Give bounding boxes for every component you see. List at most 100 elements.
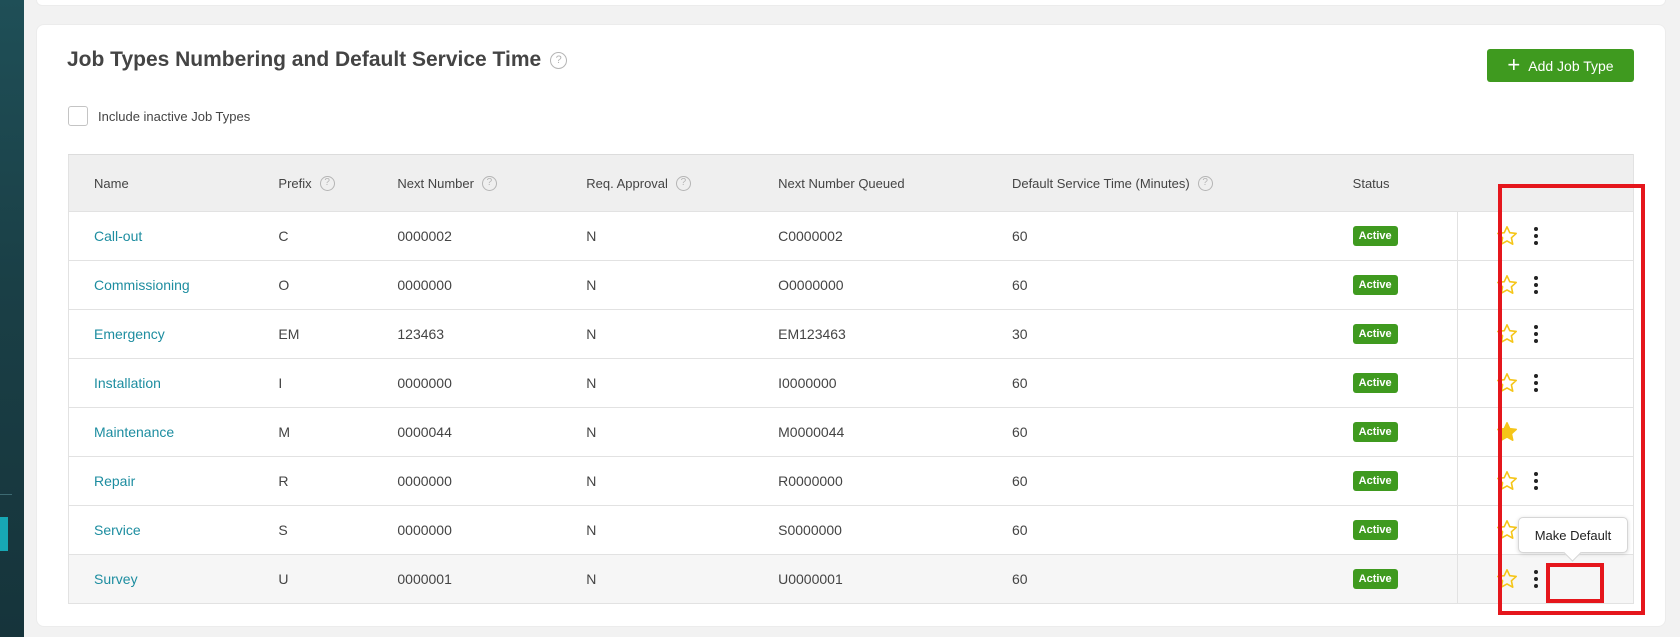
add-job-type-button[interactable]: + Add Job Type: [1487, 49, 1634, 82]
status-badge: Active: [1352, 324, 1398, 344]
column-header: Req. Approval?: [561, 154, 754, 212]
column-header-label: Req. Approval: [586, 175, 668, 191]
column-header: Prefix?: [253, 154, 373, 212]
include-inactive-label: Include inactive Job Types: [98, 108, 251, 124]
add-job-type-label: Add Job Type: [1528, 57, 1614, 74]
next-number-cell: 0000000: [372, 260, 562, 310]
table-row[interactable]: Installation I 0000000 N I0000000 60 Active: [68, 358, 1634, 408]
next-number-queued-cell: U0000001: [753, 554, 987, 604]
name-cell: Commissioning: [68, 260, 254, 310]
nav-active-indicator[interactable]: [0, 517, 8, 551]
status-badge: Active: [1352, 520, 1398, 540]
question-circle-icon[interactable]: ?: [550, 51, 568, 69]
column-header: Next Number?: [372, 154, 562, 212]
page-title: Job Types Numbering and Default Service …: [67, 48, 568, 72]
table-row[interactable]: Service S 0000000 N S0000000 60 Active: [68, 505, 1634, 555]
column-header: Default Service Time (Minutes)?: [986, 154, 1328, 212]
prefix-cell: EM: [253, 309, 373, 359]
job-type-name-link[interactable]: Call-out: [94, 228, 142, 244]
previous-card-edge: [36, 0, 1666, 6]
table-row[interactable]: Commissioning O 0000000 N O0000000 60 Active: [68, 260, 1634, 310]
table-row[interactable]: Maintenance M 0000044 N M0000044 60 Active: [68, 407, 1634, 457]
column-header-label: Default Service Time (Minutes): [1011, 175, 1190, 191]
req-approval-cell: N: [561, 211, 754, 261]
req-approval-cell: N: [561, 554, 754, 604]
next-number-cell: 0000001: [372, 554, 562, 604]
status-badge: Active: [1352, 275, 1398, 295]
question-circle-icon[interactable]: ?: [319, 175, 335, 191]
status-badge: Active: [1352, 226, 1398, 246]
service-time-cell: 60: [986, 407, 1328, 457]
status-cell: Active: [1327, 211, 1458, 261]
job-types-table: Name Prefix? Next Number? Req. Approval? Nex…: [68, 154, 1634, 604]
table-row[interactable]: Emergency EM 123463 N EM123463 30 Active: [68, 309, 1634, 359]
job-type-name-link[interactable]: Emergency: [94, 326, 165, 342]
status-badge: Active: [1352, 422, 1398, 442]
plus-icon: +: [1507, 51, 1521, 77]
make-default-highlight-box: [1546, 563, 1604, 603]
status-badge: Active: [1352, 373, 1398, 393]
job-type-name-link[interactable]: Repair: [94, 473, 135, 489]
status-badge: Active: [1352, 569, 1398, 589]
question-circle-icon[interactable]: ?: [481, 175, 497, 191]
column-header-label: Name: [94, 175, 129, 191]
prefix-cell: S: [253, 505, 373, 555]
name-cell: Survey: [68, 554, 254, 604]
service-time-cell: 60: [986, 358, 1328, 408]
next-number-queued-cell: M0000044: [753, 407, 987, 457]
name-cell: Repair: [68, 456, 254, 506]
column-header-label: Next Number: [397, 175, 474, 191]
service-time-cell: 60: [986, 505, 1328, 555]
next-number-queued-cell: I0000000: [753, 358, 987, 408]
question-circle-icon[interactable]: ?: [1197, 175, 1213, 191]
name-cell: Installation: [68, 358, 254, 408]
prefix-cell: R: [253, 456, 373, 506]
include-inactive-toggle: Include inactive Job Types: [68, 106, 250, 126]
req-approval-cell: N: [561, 309, 754, 359]
table-header-row: Name Prefix? Next Number? Req. Approval? Nex…: [68, 154, 1634, 212]
name-cell: Call-out: [68, 211, 254, 261]
status-cell: Active: [1327, 260, 1458, 310]
column-header: Name: [68, 154, 254, 212]
job-type-name-link[interactable]: Maintenance: [94, 424, 174, 440]
name-cell: Maintenance: [68, 407, 254, 457]
service-time-cell: 60: [986, 554, 1328, 604]
status-cell: Active: [1327, 554, 1458, 604]
next-number-cell: 0000044: [372, 407, 562, 457]
job-type-name-link[interactable]: Commissioning: [94, 277, 190, 293]
req-approval-cell: N: [561, 505, 754, 555]
column-header-label: Next Number Queued: [778, 175, 905, 191]
prefix-cell: C: [253, 211, 373, 261]
prefix-cell: M: [253, 407, 373, 457]
next-number-cell: 123463: [372, 309, 562, 359]
next-number-cell: 0000000: [372, 505, 562, 555]
job-type-name-link[interactable]: Survey: [94, 571, 138, 587]
req-approval-cell: N: [561, 407, 754, 457]
table-row[interactable]: Call-out C 0000002 N C0000002 60 Active: [68, 211, 1634, 261]
status-cell: Active: [1327, 456, 1458, 506]
table-row[interactable]: Survey U 0000001 N U0000001 60 Active: [68, 554, 1634, 604]
next-number-queued-cell: R0000000: [753, 456, 987, 506]
include-inactive-checkbox[interactable]: [68, 106, 88, 126]
table-row[interactable]: Repair R 0000000 N R0000000 60 Active: [68, 456, 1634, 506]
next-number-cell: 0000000: [372, 358, 562, 408]
service-time-cell: 30: [986, 309, 1328, 359]
next-number-queued-cell: EM123463: [753, 309, 987, 359]
next-number-queued-cell: S0000000: [753, 505, 987, 555]
job-type-name-link[interactable]: Service: [94, 522, 141, 538]
prefix-cell: O: [253, 260, 373, 310]
job-type-name-link[interactable]: Installation: [94, 375, 161, 391]
prefix-cell: U: [253, 554, 373, 604]
page-title-text: Job Types Numbering and Default Service …: [67, 48, 542, 71]
req-approval-cell: N: [561, 358, 754, 408]
next-number-cell: 0000000: [372, 456, 562, 506]
status-cell: Active: [1327, 407, 1458, 457]
service-time-cell: 60: [986, 211, 1328, 261]
nav-divider: [0, 494, 12, 495]
service-time-cell: 60: [986, 456, 1328, 506]
status-cell: Active: [1327, 358, 1458, 408]
left-nav-rail: [0, 0, 24, 637]
service-time-cell: 60: [986, 260, 1328, 310]
column-header-label: Prefix: [278, 175, 312, 191]
question-circle-icon[interactable]: ?: [675, 175, 691, 191]
